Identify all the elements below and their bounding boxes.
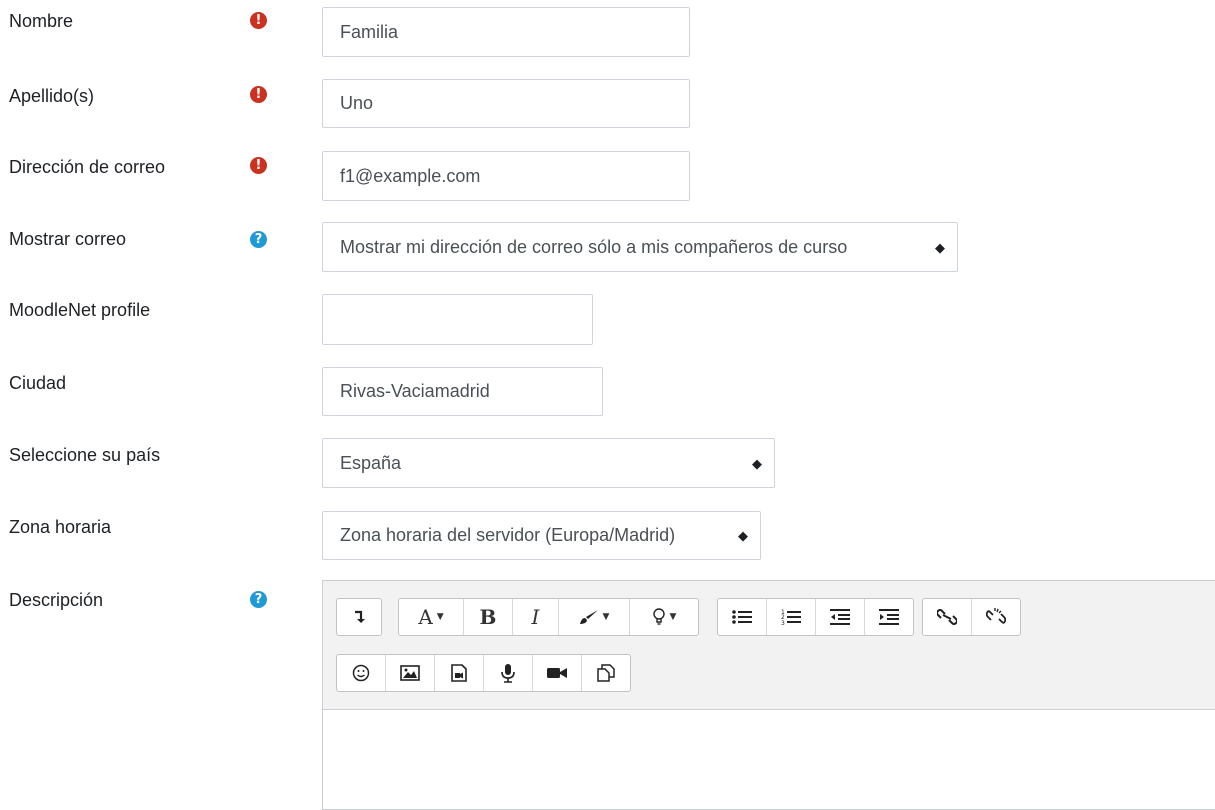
microphone-icon[interactable] [484, 655, 533, 691]
required-icon: ! [250, 12, 267, 29]
ordered-list-icon[interactable]: 123 [767, 599, 816, 635]
image-icon[interactable] [386, 655, 435, 691]
link-icon[interactable] [923, 599, 972, 635]
nombre-input[interactable]: Familia [322, 7, 690, 57]
label-ciudad: Ciudad [9, 373, 67, 393]
select-caret-icon: ◆ [738, 528, 748, 543]
required-icon: ! [250, 86, 267, 103]
label-pais: Seleccione su país [9, 445, 161, 465]
toolbar-group-lists: 123 [717, 598, 914, 636]
toolbar-group-more [336, 598, 382, 636]
email-input[interactable]: f1@example.com [322, 151, 690, 201]
help-icon[interactable]: ? [250, 231, 267, 248]
font-family-icon[interactable]: A ▼ [399, 599, 464, 635]
label-apellidos: Apellido(s) [9, 86, 95, 106]
outdent-icon[interactable] [816, 599, 865, 635]
pais-select[interactable]: España ◆ [322, 438, 775, 488]
italic-icon[interactable]: I [513, 599, 559, 635]
label-moodlenet: MoodleNet profile [9, 300, 151, 320]
lightbulb-icon[interactable]: ▼ [630, 599, 698, 635]
emoji-icon[interactable] [337, 655, 386, 691]
mostrar-correo-select[interactable]: Mostrar mi dirección de correo sólo a mi… [322, 222, 958, 272]
description-editor: A ▼ B I ▼ ▼ 123 [322, 580, 1215, 810]
indent-icon[interactable] [865, 599, 913, 635]
unordered-list-icon[interactable] [718, 599, 767, 635]
toolbar-group-links [922, 598, 1021, 636]
label-zona-horaria: Zona horaria [9, 517, 112, 537]
svg-text:3: 3 [781, 620, 785, 626]
brush-icon[interactable]: ▼ [559, 599, 630, 635]
manage-files-icon[interactable] [582, 655, 630, 691]
label-descripcion: Descripción [9, 590, 104, 610]
select-caret-icon: ◆ [752, 455, 762, 471]
label-mostrar-correo: Mostrar correo [9, 229, 127, 249]
toolbar-group-insert [336, 654, 631, 692]
video-icon[interactable] [533, 655, 582, 691]
apellidos-input[interactable]: Uno [322, 79, 690, 128]
label-email: Dirección de correo [9, 157, 166, 177]
required-icon: ! [250, 157, 267, 174]
toolbar-group-style: A ▼ B I ▼ ▼ [398, 598, 699, 636]
ciudad-input[interactable]: Rivas-Vaciamadrid [322, 367, 603, 416]
editor-content-area[interactable] [323, 709, 1215, 809]
label-nombre: Nombre [9, 11, 74, 31]
help-icon[interactable]: ? [250, 591, 267, 608]
zona-horaria-select[interactable]: Zona horaria del servidor (Europa/Madrid… [322, 511, 761, 560]
media-icon[interactable] [435, 655, 484, 691]
moodlenet-input[interactable] [322, 294, 593, 345]
select-caret-icon: ◆ [935, 239, 945, 255]
show-more-icon[interactable] [337, 599, 381, 635]
bold-icon[interactable]: B [464, 599, 513, 635]
unlink-icon[interactable] [972, 599, 1020, 635]
